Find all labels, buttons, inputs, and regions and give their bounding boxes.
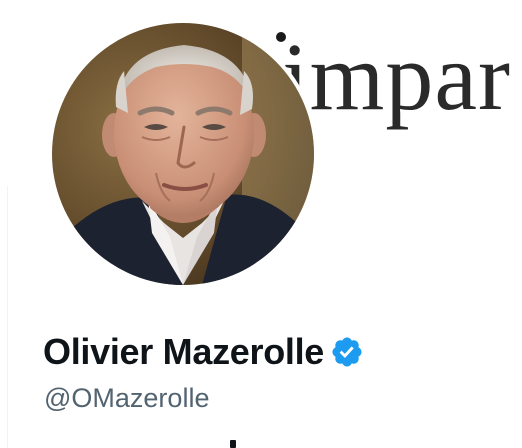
verified-badge-icon[interactable] [330, 335, 364, 369]
user-handle: @OMazerolle [44, 383, 210, 413]
profile-photo [52, 23, 314, 285]
banner-text: impar [282, 23, 511, 130]
display-name: Olivier Mazerolle [43, 331, 325, 372]
cut-off-text [230, 440, 236, 448]
name-row: Olivier Mazerolle [43, 330, 364, 374]
profile-header: impar Olivier Mazerolle @OMazerolle [0, 0, 522, 448]
avatar[interactable] [48, 19, 318, 289]
